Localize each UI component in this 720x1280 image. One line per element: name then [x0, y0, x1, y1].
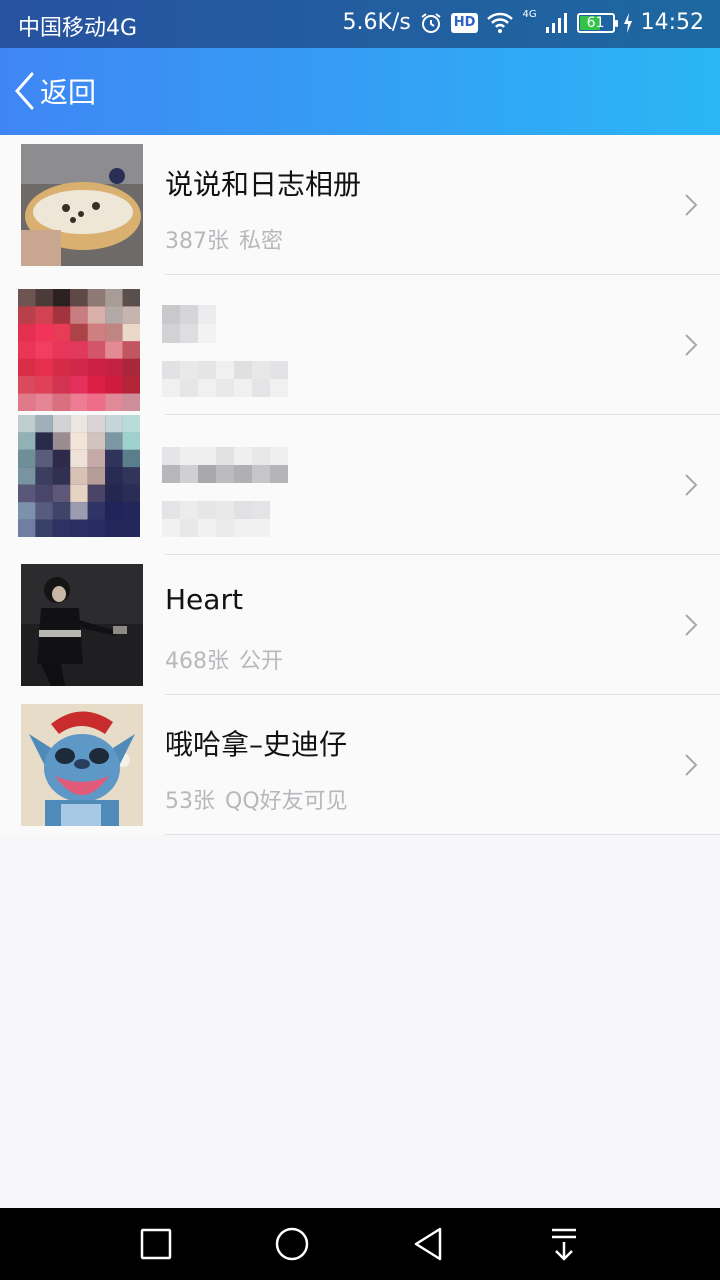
album-count: 468张: [165, 649, 229, 674]
album-meta: [165, 503, 175, 528]
square-icon[interactable]: [136, 1224, 176, 1264]
chevron-left-icon: [14, 72, 34, 110]
navigation-bar: [0, 1208, 720, 1280]
status-bar: 中国移动4G 5.6K/s HD 4G 61 14:52: [0, 0, 720, 48]
album-title: 说说和日志相册: [165, 168, 362, 201]
album-title: Heart: [165, 583, 243, 616]
album-privacy: 私密: [239, 229, 284, 254]
back-button[interactable]: 返回: [12, 68, 96, 114]
chevron-right-icon: [685, 614, 698, 636]
battery-level: 61: [586, 14, 605, 31]
network-type: 4G: [522, 9, 537, 20]
redacted-meta: [162, 501, 270, 537]
album-meta: [165, 363, 175, 388]
redacted-title: [162, 447, 288, 483]
album-cover: [21, 704, 143, 826]
circle-icon[interactable]: [272, 1224, 312, 1264]
battery-icon: 61: [576, 12, 618, 33]
network-speed: 5.6K/s: [342, 10, 411, 35]
album-list: 说说和日志相册 387张 私密 Heart 468张 公开 哦哈拿–史迪仔 53…: [0, 135, 720, 835]
chevron-right-icon: [685, 194, 698, 216]
chevron-right-icon: [685, 334, 698, 356]
hd-icon: HD: [450, 12, 479, 33]
album-count: 387张: [165, 229, 229, 254]
album-cover: [21, 564, 143, 686]
album-meta: 387张 私密: [165, 223, 283, 255]
album-privacy: 公开: [239, 649, 284, 674]
status-icons: 5.6K/s HD 4G 61 14:52: [335, 9, 705, 36]
album-cover: [18, 415, 144, 541]
alarm-icon: [421, 12, 441, 33]
download-icon[interactable]: [544, 1224, 584, 1264]
wifi-icon: [487, 12, 514, 33]
title-bar: 返回: [0, 48, 720, 135]
clock: 14:52: [640, 10, 704, 35]
album-row[interactable]: 说说和日志相册 387张 私密: [0, 135, 720, 275]
album-title: 哦哈拿–史迪仔: [165, 728, 348, 761]
album-meta: 468张 公开: [165, 643, 283, 675]
album-row[interactable]: 哦哈拿–史迪仔 53张 QQ好友可见: [0, 695, 720, 835]
album-cover: [18, 289, 144, 415]
album-cover: [21, 144, 143, 266]
redacted-title: [162, 305, 216, 343]
album-count: 53张: [165, 789, 215, 814]
signal-icon: [545, 12, 567, 33]
charging-icon: [623, 12, 632, 33]
album-row[interactable]: [0, 415, 720, 555]
album-privacy: QQ好友可见: [225, 789, 348, 814]
triangle-back-icon[interactable]: [408, 1224, 448, 1264]
carrier-label: 中国移动4G: [18, 16, 138, 41]
divider: [165, 834, 720, 835]
redacted-meta: [162, 361, 288, 397]
chevron-right-icon: [685, 754, 698, 776]
chevron-right-icon: [685, 474, 698, 496]
back-label: 返回: [40, 76, 97, 109]
album-row[interactable]: Heart 468张 公开: [0, 555, 720, 695]
header: 中国移动4G 5.6K/s HD 4G 61 14:52 返回: [0, 0, 720, 135]
album-row[interactable]: [0, 275, 720, 415]
album-meta: 53张 QQ好友可见: [165, 783, 348, 815]
